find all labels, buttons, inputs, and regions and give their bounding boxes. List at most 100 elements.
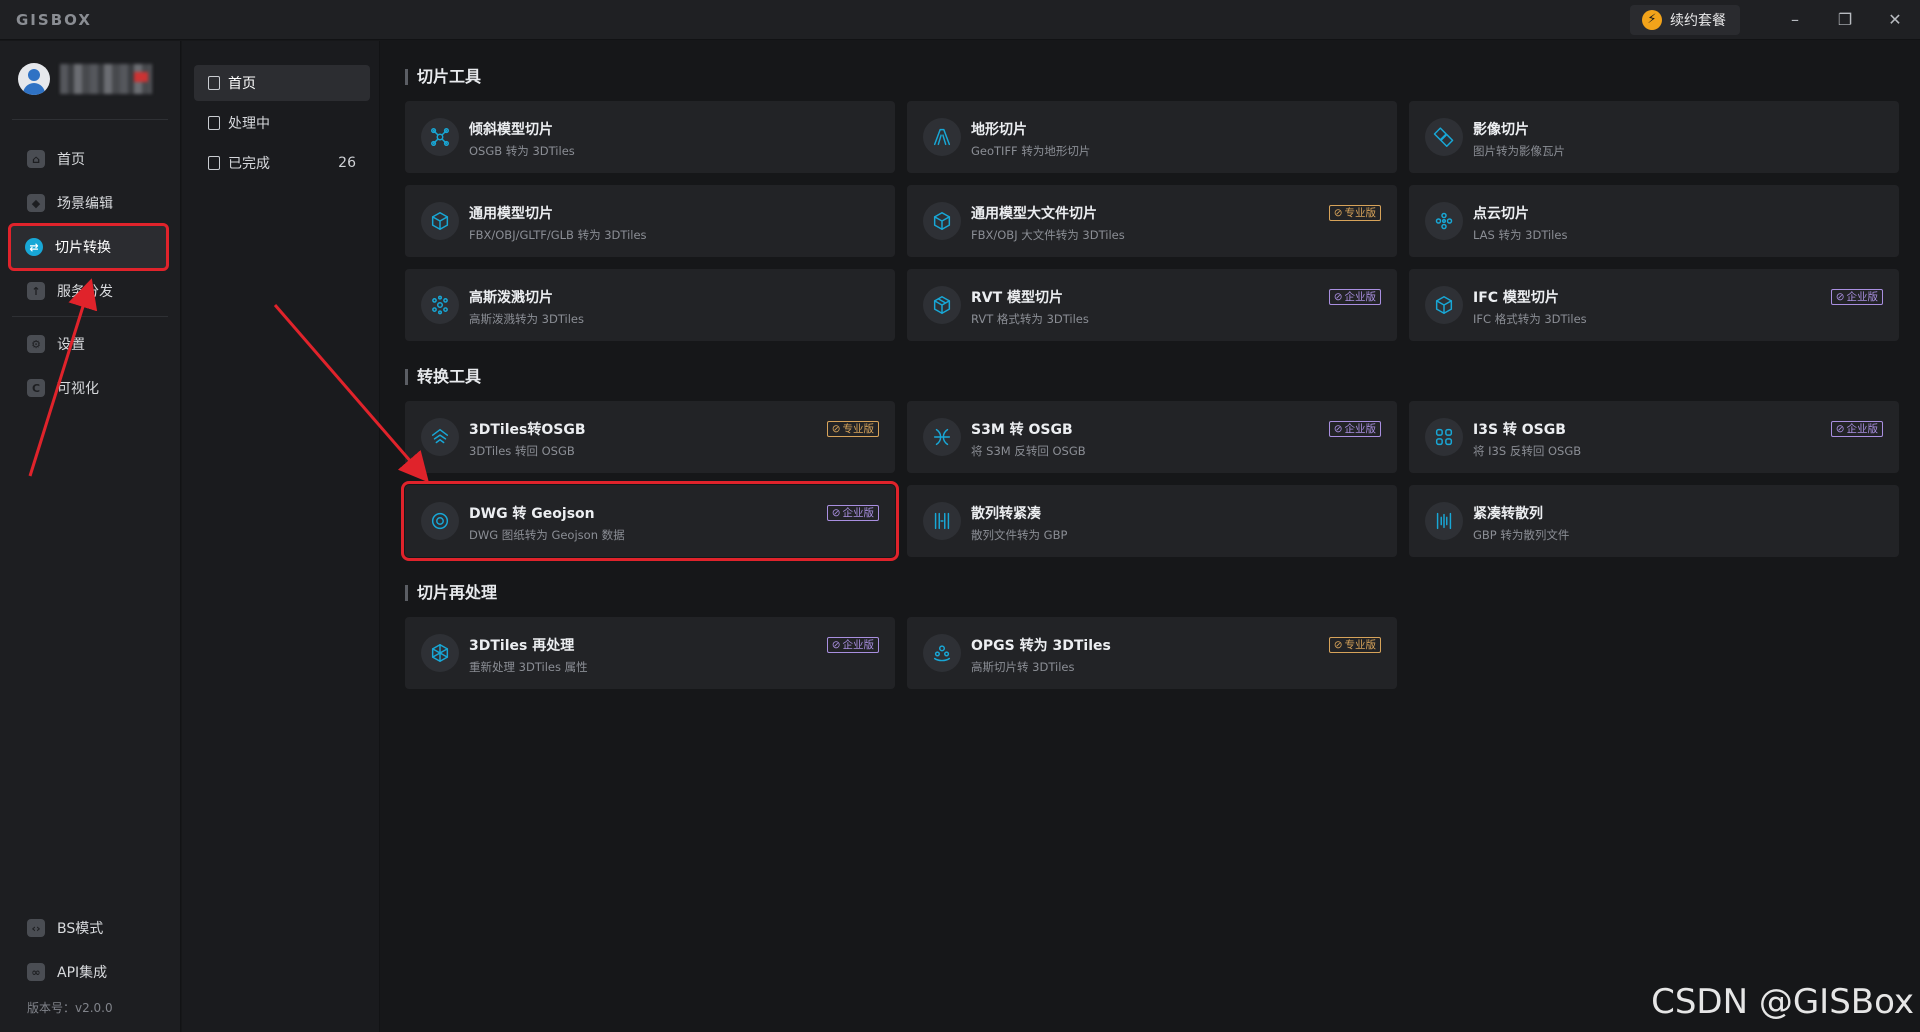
badge-label: 企业版 [1846,423,1879,435]
card-rvt-slice[interactable]: RVT 模型切片 RVT 格式转为 3DTiles ⊘ 企业版 [907,269,1397,341]
card-title: 高斯泼溅切片 [469,290,553,306]
check-circle-icon: ⊘ [1333,639,1343,651]
card-terrain-slice[interactable]: 地形切片 GeoTIFF 转为地形切片 [907,101,1397,173]
card-subtitle: 图片转为影像瓦片 [1473,144,1565,158]
badge-label: 企业版 [1344,291,1377,303]
user-profile[interactable] [18,63,152,95]
compact-to-hash-icon [1425,502,1463,540]
edition-badge: ⊘ 企业版 [826,637,879,653]
card-title: 倾斜模型切片 [469,122,553,138]
badge-label: 企业版 [842,507,875,519]
card-gaussian-slice[interactable]: 高斯泼溅切片 高斯泼溅转为 3DTiles [405,269,895,341]
card-hash-to-compact[interactable]: 散列转紧凑 散列文件转为 GBP [907,485,1397,557]
card-dwg-to-geojson[interactable]: DWG 转 Geojson DWG 图纸转为 Geojson 数据 ⊘ 企业版 [401,481,899,561]
upload-icon: ↑ [27,282,45,300]
card-subtitle: FBX/OBJ 大文件转为 3DTiles [971,228,1125,242]
i3s-to-osgb-icon [1425,418,1463,456]
sidebar-item-tile-convert[interactable]: ⇄ 切片转换 [8,223,169,271]
card-i3s-to-osgb[interactable]: I3S 转 OSGB 将 I3S 反转回 OSGB ⊘ 企业版 [1409,401,1899,473]
subnav-label: 处理中 [228,116,270,132]
sidebar-item-home[interactable]: ⌂ 首页 [12,140,166,178]
card-subtitle: GBP 转为散列文件 [1473,528,1570,542]
edition-badge: ⊘ 企业版 [1830,289,1883,305]
ifc-slice-icon [1425,286,1463,324]
card-subtitle: LAS 转为 3DTiles [1473,228,1568,242]
badge-label: 企业版 [1344,423,1377,435]
edition-badge: ⊘ 企业版 [826,505,879,521]
badge-label: 专业版 [842,423,875,435]
card-title: S3M 转 OSGB [971,422,1073,438]
avatar[interactable] [18,63,50,95]
gaussian-slice-icon [421,286,459,324]
gear-icon: ⚙ [27,335,45,353]
card-s3m-to-osgb[interactable]: S3M 转 OSGB 将 S3M 反转回 OSGB ⊘ 企业版 [907,401,1397,473]
hash-to-compact-icon [923,502,961,540]
sidebar-item-label: 首页 [57,152,85,168]
edition-badge: ⊘ 企业版 [1328,421,1381,437]
sidebar-item-api[interactable]: ∞ API集成 [12,953,166,991]
card-3dtiles-reprocess[interactable]: 3DTiles 再处理 重新处理 3DTiles 属性 ⊘ 企业版 [405,617,895,689]
subnav-item-completed[interactable]: 已完成 26 [194,145,370,181]
card-image-slice[interactable]: 影像切片 图片转为影像瓦片 [1409,101,1899,173]
card-pointcloud-slice[interactable]: 点云切片 LAS 转为 3DTiles [1409,185,1899,257]
card-subtitle: FBX/OBJ/GLTF/GLB 转为 3DTiles [469,228,647,242]
main-sidebar: ⌂ 首页 ◆ 场景编辑 ⇄ 切片转换 ↑ 服务分发 ⚙ 设置 C 可视化 ‹› … [0,41,181,1032]
card-subtitle: 高斯泼溅转为 3DTiles [469,312,584,326]
subnav-item-home[interactable]: 首页 [194,65,370,101]
section-title-slicing: 切片工具 [405,69,481,85]
card-ifc-slice[interactable]: IFC 模型切片 IFC 格式转为 3DTiles ⊘ 企业版 [1409,269,1899,341]
card-subtitle: GeoTIFF 转为地形切片 [971,144,1091,158]
terrain-slice-icon [923,118,961,156]
version-label: 版本号：v2.0.0 [27,1001,113,1015]
card-subtitle: 将 S3M 反转回 OSGB [971,444,1086,458]
sidebar-item-label: 切片转换 [55,240,111,256]
restore-button[interactable]: ❐ [1820,0,1870,40]
card-title: I3S 转 OSGB [1473,422,1566,438]
check-circle-icon: ⊘ [1333,291,1343,303]
card-subtitle: 散列文件转为 GBP [971,528,1068,542]
username-redacted [60,64,152,94]
close-button[interactable]: ✕ [1870,0,1920,40]
check-circle-icon: ⊘ [1835,291,1845,303]
edition-badge: ⊘ 专业版 [1328,205,1381,221]
subnav-item-processing[interactable]: 处理中 [194,105,370,141]
image-slice-icon [1425,118,1463,156]
sidebar-item-bs-mode[interactable]: ‹› BS模式 [12,909,166,947]
badge-label: 专业版 [1344,639,1377,651]
sidebar-item-settings[interactable]: ⚙ 设置 [12,325,166,363]
card-large-model-slice[interactable]: 通用模型大文件切片 FBX/OBJ 大文件转为 3DTiles ⊘ 专业版 [907,185,1397,257]
sidebar-item-label: 服务分发 [57,284,113,300]
card-subtitle: 重新处理 3DTiles 属性 [469,660,588,674]
sidebar-item-visualize[interactable]: C 可视化 [12,369,166,407]
divider [12,119,168,120]
code-icon: ‹› [27,919,45,937]
edition-badge: ⊘ 企业版 [1830,421,1883,437]
cube-icon: ◆ [27,194,45,212]
card-compact-to-hash[interactable]: 紧凑转散列 GBP 转为散列文件 [1409,485,1899,557]
watermark: CSDN @GISBox [1651,982,1914,1022]
card-title: 通用模型大文件切片 [971,206,1097,222]
check-circle-icon: ⊘ [831,507,841,519]
3dtiles-to-osgb-icon [421,418,459,456]
sidebar-item-label: BS模式 [57,921,104,937]
sidebar-item-service-publish[interactable]: ↑ 服务分发 [12,272,166,310]
link-icon: ∞ [27,963,45,981]
card-title: RVT 模型切片 [971,290,1064,306]
minimize-button[interactable]: – [1770,0,1820,40]
page-icon [208,76,220,90]
subnav-label: 已完成 [228,156,270,172]
card-title: 3DTiles 再处理 [469,638,575,654]
card-title: 紧凑转散列 [1473,506,1543,522]
check-circle-icon: ⊘ [831,639,841,651]
card-title: IFC 模型切片 [1473,290,1559,306]
card-oblique-model-slice[interactable]: 倾斜模型切片 OSGB 转为 3DTiles [405,101,895,173]
card-title: OPGS 转为 3DTiles [971,638,1111,654]
badge-label: 企业版 [842,639,875,651]
card-generic-model-slice[interactable]: 通用模型切片 FBX/OBJ/GLTF/GLB 转为 3DTiles [405,185,895,257]
sidebar-item-scene-edit[interactable]: ◆ 场景编辑 [12,184,166,222]
card-3dtiles-to-osgb[interactable]: 3DTiles转OSGB 3DTiles 转回 OSGB ⊘ 专业版 [405,401,895,473]
title-bar: GISBOX ⚡ 续约套餐 – ❐ ✕ [0,0,1920,40]
card-opgs-to-3dtiles[interactable]: OPGS 转为 3DTiles 高斯切片转 3DTiles ⊘ 专业版 [907,617,1397,689]
renew-plan-button[interactable]: ⚡ 续约套餐 [1630,4,1740,35]
card-title: 点云切片 [1473,206,1529,222]
